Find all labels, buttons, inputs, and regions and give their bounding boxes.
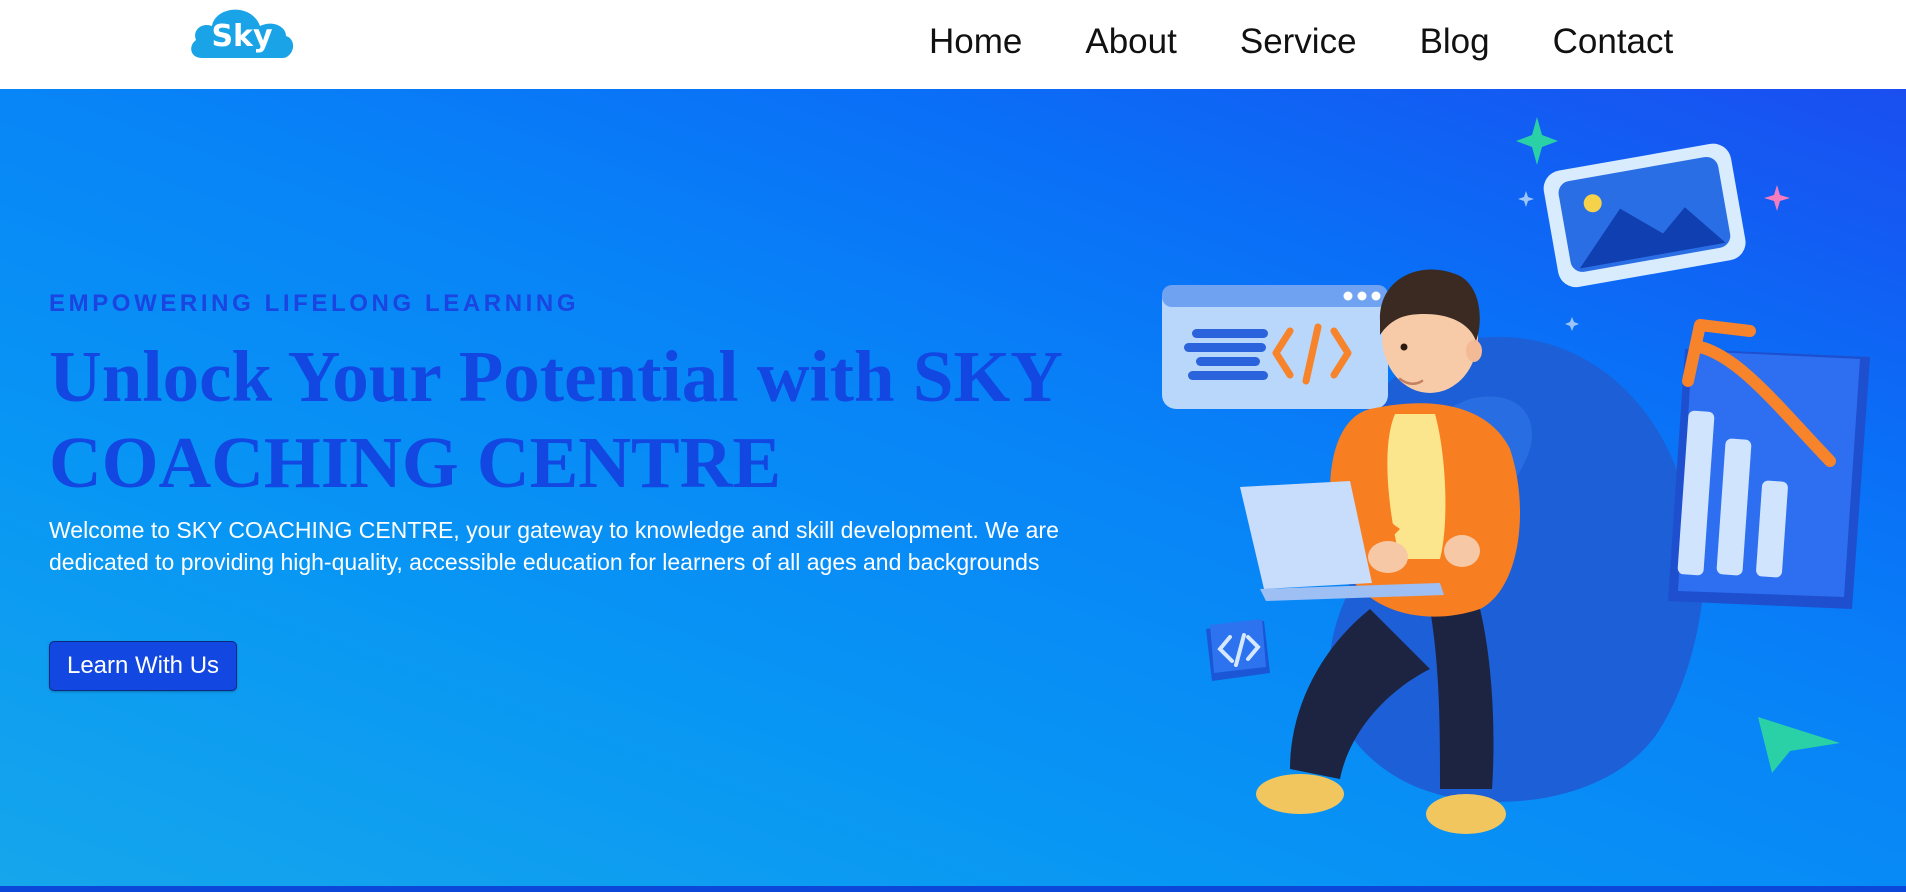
hero-description: Welcome to SKY COACHING CENTRE, your gat… bbox=[49, 517, 1059, 575]
paper-plane-icon bbox=[1758, 717, 1840, 773]
nav-service[interactable]: Service bbox=[1240, 22, 1357, 62]
image-card-icon bbox=[1543, 143, 1746, 288]
sky-logo[interactable]: Sky bbox=[188, 6, 296, 62]
hero-headline: Unlock Your Potential with SKY COACHING … bbox=[49, 336, 1061, 503]
growth-chart-icon bbox=[1668, 319, 1870, 609]
hero-eyebrow: EMPOWERING LIFELONG LEARNING bbox=[49, 290, 580, 317]
learn-with-us-button[interactable]: Learn With Us bbox=[49, 641, 237, 691]
bottom-accent-bar bbox=[0, 886, 1906, 892]
main-nav: Home About Service Blog Contact bbox=[929, 17, 1673, 67]
logo-text: Sky bbox=[211, 19, 273, 54]
nav-about[interactable]: About bbox=[1085, 22, 1176, 62]
nav-blog[interactable]: Blog bbox=[1420, 22, 1490, 62]
code-badge-icon bbox=[1206, 619, 1270, 681]
top-navbar: Sky Home About Service Blog Contact bbox=[0, 0, 1906, 89]
code-window-icon bbox=[1162, 285, 1388, 409]
nav-contact[interactable]: Contact bbox=[1553, 22, 1674, 62]
nav-home[interactable]: Home bbox=[929, 22, 1022, 62]
hero-illustration bbox=[1140, 89, 1880, 886]
